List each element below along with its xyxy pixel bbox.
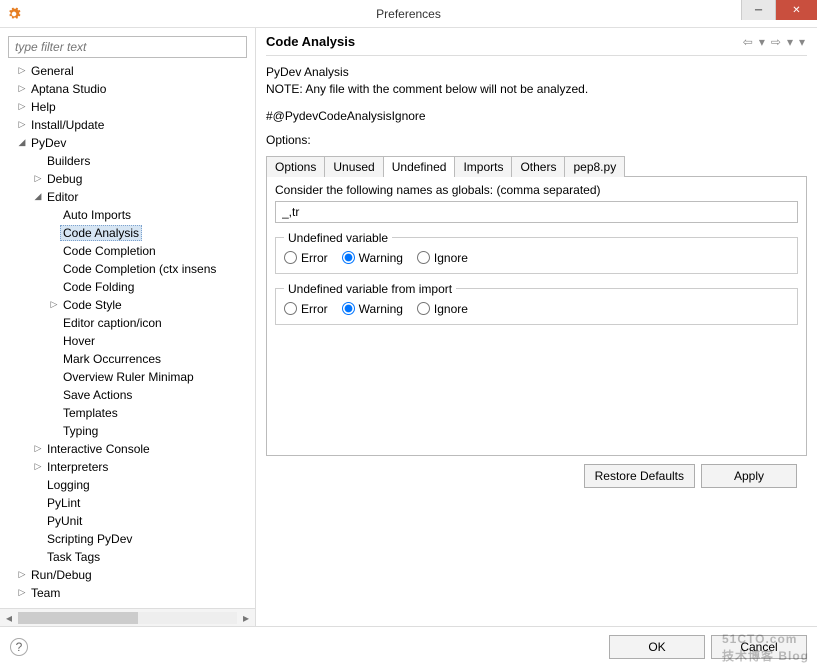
tree-item-scripting[interactable]: Scripting PyDev xyxy=(4,530,255,548)
chevron-right-icon: ▷ xyxy=(16,65,28,76)
options-label: Options: xyxy=(266,133,807,147)
tree-item-help[interactable]: ▷Help xyxy=(4,98,255,116)
ignore-comment: #@PydevCodeAnalysisIgnore xyxy=(266,109,807,123)
tab-undefined[interactable]: Undefined xyxy=(383,156,456,177)
tree-item-interpreters[interactable]: ▷Interpreters xyxy=(4,458,255,476)
undefined-import-legend: Undefined variable from import xyxy=(284,282,456,296)
undefined-variable-legend: Undefined variable xyxy=(284,231,392,245)
undefined-import-group: Undefined variable from import Error War… xyxy=(275,282,798,325)
gear-icon xyxy=(0,7,28,21)
chevron-right-icon: ▷ xyxy=(32,461,44,472)
tree-item-code-folding[interactable]: Code Folding xyxy=(4,278,255,296)
undef-imp-error[interactable]: Error xyxy=(284,302,328,316)
tree-item-general[interactable]: ▷General xyxy=(4,62,255,80)
scroll-left-icon[interactable]: ◂ xyxy=(0,611,18,625)
analysis-heading: PyDev Analysis xyxy=(266,64,807,81)
chevron-right-icon: ▷ xyxy=(48,299,60,310)
tree-item-pyunit[interactable]: PyUnit xyxy=(4,512,255,530)
tree-item-code-completion[interactable]: Code Completion xyxy=(4,242,255,260)
tree-item-debug[interactable]: ▷Debug xyxy=(4,170,255,188)
tree-item-code-analysis[interactable]: Code Analysis xyxy=(4,224,255,242)
globals-input[interactable] xyxy=(275,201,798,223)
chevron-right-icon: ▷ xyxy=(16,83,28,94)
chevron-right-icon: ▷ xyxy=(32,443,44,454)
tree-item-aptana[interactable]: ▷Aptana Studio xyxy=(4,80,255,98)
undef-var-ignore[interactable]: Ignore xyxy=(417,251,468,265)
tree-item-pylint[interactable]: PyLint xyxy=(4,494,255,512)
filter-input[interactable] xyxy=(8,36,247,58)
apply-button[interactable]: Apply xyxy=(701,464,797,488)
tree-item-editor[interactable]: ◢Editor xyxy=(4,188,255,206)
tree-item-hover[interactable]: Hover xyxy=(4,332,255,350)
preferences-tree[interactable]: ▷General ▷Aptana Studio ▷Help ▷Install/U… xyxy=(0,62,255,608)
tree-item-code-completion-ctx[interactable]: Code Completion (ctx insens xyxy=(4,260,255,278)
tab-imports[interactable]: Imports xyxy=(454,156,512,177)
analysis-note: NOTE: Any file with the comment below wi… xyxy=(266,81,807,98)
tree-item-templates[interactable]: Templates xyxy=(4,404,255,422)
undef-imp-warning[interactable]: Warning xyxy=(342,302,403,316)
tree-item-task-tags[interactable]: Task Tags xyxy=(4,548,255,566)
back-menu-icon[interactable]: ▾ xyxy=(757,35,767,49)
horizontal-scrollbar[interactable]: ◂ ▸ xyxy=(0,608,255,626)
chevron-right-icon: ▷ xyxy=(16,569,28,580)
tab-pep8[interactable]: pep8.py xyxy=(564,156,625,177)
forward-menu-icon[interactable]: ▾ xyxy=(785,35,795,49)
tab-options[interactable]: Options xyxy=(266,156,325,177)
tree-item-editor-caption[interactable]: Editor caption/icon xyxy=(4,314,255,332)
window-title: Preferences xyxy=(376,7,441,21)
close-button[interactable]: ✕ xyxy=(775,0,817,20)
undefined-variable-group: Undefined variable Error Warning Ignore xyxy=(275,231,798,274)
tree-item-run-debug[interactable]: ▷Run/Debug xyxy=(4,566,255,584)
chevron-down-icon: ◢ xyxy=(16,137,28,148)
undef-imp-ignore[interactable]: Ignore xyxy=(417,302,468,316)
chevron-right-icon: ▷ xyxy=(16,119,28,130)
globals-label: Consider the following names as globals:… xyxy=(275,183,798,197)
tree-item-builders[interactable]: Builders xyxy=(4,152,255,170)
tree-item-logging[interactable]: Logging xyxy=(4,476,255,494)
tree-item-pydev[interactable]: ◢PyDev xyxy=(4,134,255,152)
chevron-right-icon: ▷ xyxy=(16,587,28,598)
chevron-right-icon: ▷ xyxy=(32,173,44,184)
page-title: Code Analysis xyxy=(266,34,741,49)
tree-item-overview-ruler[interactable]: Overview Ruler Minimap xyxy=(4,368,255,386)
chevron-down-icon: ◢ xyxy=(32,191,44,202)
restore-defaults-button[interactable]: Restore Defaults xyxy=(584,464,695,488)
back-icon[interactable]: ⇦ xyxy=(741,35,755,49)
ok-button[interactable]: OK xyxy=(609,635,705,659)
tree-item-interactive-console[interactable]: ▷Interactive Console xyxy=(4,440,255,458)
tree-item-team[interactable]: ▷Team xyxy=(4,584,255,602)
tab-unused[interactable]: Unused xyxy=(324,156,383,177)
view-menu-icon[interactable]: ▾ xyxy=(797,35,807,49)
chevron-right-icon: ▷ xyxy=(16,101,28,112)
tree-item-code-style[interactable]: ▷Code Style xyxy=(4,296,255,314)
undef-var-error[interactable]: Error xyxy=(284,251,328,265)
minimize-button[interactable]: ─ xyxy=(741,0,775,20)
cancel-button[interactable]: Cancel xyxy=(711,635,807,659)
tree-item-save-actions[interactable]: Save Actions xyxy=(4,386,255,404)
tree-item-auto-imports[interactable]: Auto Imports xyxy=(4,206,255,224)
undef-var-warning[interactable]: Warning xyxy=(342,251,403,265)
scroll-right-icon[interactable]: ▸ xyxy=(237,611,255,625)
help-icon[interactable]: ? xyxy=(10,638,28,656)
tree-item-install[interactable]: ▷Install/Update xyxy=(4,116,255,134)
tree-item-typing[interactable]: Typing xyxy=(4,422,255,440)
forward-icon[interactable]: ⇨ xyxy=(769,35,783,49)
tab-others[interactable]: Others xyxy=(511,156,565,177)
tree-item-mark-occurrences[interactable]: Mark Occurrences xyxy=(4,350,255,368)
